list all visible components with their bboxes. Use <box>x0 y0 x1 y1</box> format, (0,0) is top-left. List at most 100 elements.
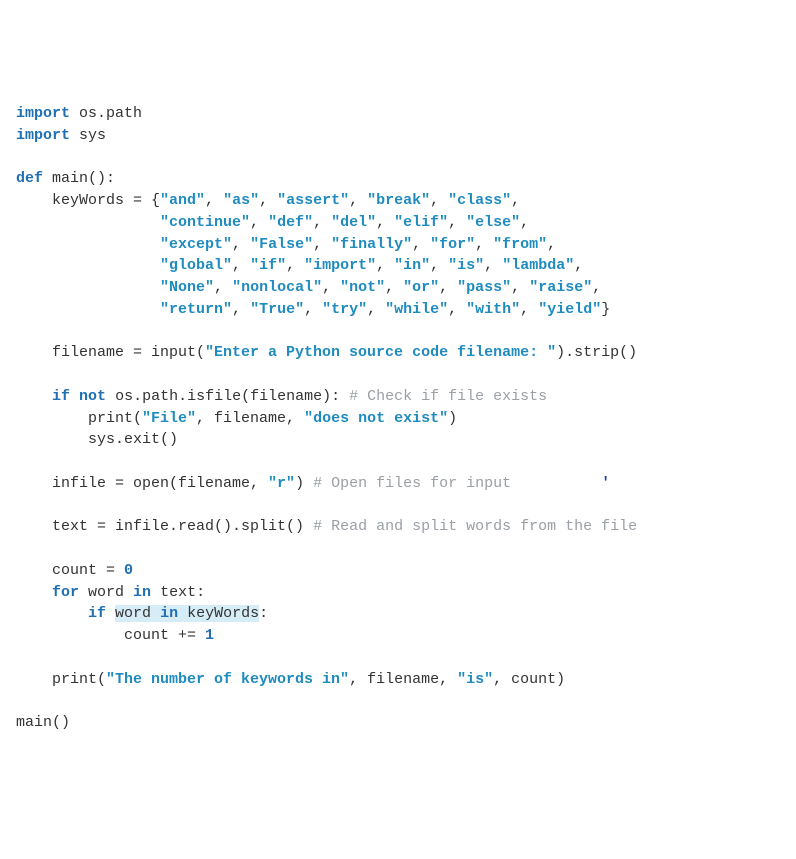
string-literal: "for" <box>430 236 475 253</box>
code-text: , <box>205 192 223 209</box>
code-text: ).strip() <box>556 344 637 361</box>
code-text: text: <box>151 584 205 601</box>
string-literal: "in" <box>394 257 430 274</box>
code-text: , <box>511 192 520 209</box>
string-literal: "nonlocal" <box>232 279 322 296</box>
cursor-mark: ' <box>511 475 610 492</box>
string-literal: "is" <box>457 671 493 688</box>
code-text: , <box>430 192 448 209</box>
string-literal: "break" <box>367 192 430 209</box>
code-text: , <box>376 257 394 274</box>
code-text: , <box>367 301 385 318</box>
code-text: print( <box>16 410 142 427</box>
code-text: , filename, <box>196 410 304 427</box>
code-text <box>16 388 52 405</box>
code-text: sys <box>70 127 106 144</box>
keyword-def: def <box>16 170 43 187</box>
string-literal: "True" <box>250 301 304 318</box>
comment: # Read and split words from the file <box>313 518 637 535</box>
code-text: , <box>439 279 457 296</box>
code-text: ) <box>295 475 313 492</box>
keyword-in: in <box>160 605 178 622</box>
string-literal: "else" <box>466 214 520 231</box>
string-literal: "finally" <box>331 236 412 253</box>
code-text: word <box>79 584 133 601</box>
code-text <box>106 605 115 622</box>
code-text: os.path.isfile(filename): <box>106 388 349 405</box>
string-literal: "False" <box>250 236 313 253</box>
number-literal: 1 <box>205 627 214 644</box>
code-text: , <box>304 301 322 318</box>
code-text: , <box>313 214 331 231</box>
code-text: word <box>115 605 160 622</box>
string-literal: "as" <box>223 192 259 209</box>
keyword-in: in <box>133 584 151 601</box>
string-literal: "def" <box>268 214 313 231</box>
number-literal: 0 <box>124 562 133 579</box>
code-text: } <box>601 301 610 318</box>
code-text: , count) <box>493 671 565 688</box>
code-text <box>16 236 160 253</box>
string-literal: "global" <box>160 257 232 274</box>
code-text: keyWords <box>178 605 259 622</box>
code-text: , <box>511 279 529 296</box>
code-text: , <box>475 236 493 253</box>
keyword-if: if <box>52 388 70 405</box>
string-literal: "assert" <box>277 192 349 209</box>
code-text: ) <box>448 410 457 427</box>
string-literal: "import" <box>304 257 376 274</box>
code-text <box>16 301 160 318</box>
code-text: filename = input( <box>16 344 205 361</box>
string-literal: "try" <box>322 301 367 318</box>
code-text: text = infile.read().split() <box>16 518 313 535</box>
code-text: , <box>376 214 394 231</box>
comment: # Check if file exists <box>349 388 547 405</box>
string-literal: "Enter a Python source code filename: " <box>205 344 556 361</box>
comment: # Open files for input <box>313 475 511 492</box>
code-text: , <box>385 279 403 296</box>
code-text: , <box>592 279 601 296</box>
string-literal: "does not exist" <box>304 410 448 427</box>
code-text: , <box>574 257 583 274</box>
string-literal: "except" <box>160 236 232 253</box>
string-literal: "is" <box>448 257 484 274</box>
string-literal: "if" <box>250 257 286 274</box>
code-text: sys.exit() <box>16 431 178 448</box>
string-literal: "elif" <box>394 214 448 231</box>
code-text <box>16 279 160 296</box>
code-text: , <box>448 214 466 231</box>
keyword-import: import <box>16 105 70 122</box>
string-literal: "continue" <box>160 214 250 231</box>
string-literal: "return" <box>160 301 232 318</box>
string-literal: "None" <box>160 279 214 296</box>
code-text: , <box>250 214 268 231</box>
string-literal: "File" <box>142 410 196 427</box>
string-literal: "The number of keywords in" <box>106 671 349 688</box>
code-text: , <box>520 301 538 318</box>
keyword-if: if <box>88 605 106 622</box>
code-text: infile = open(filename, <box>16 475 268 492</box>
code-text: , <box>232 301 250 318</box>
code-text <box>16 605 88 622</box>
code-text: print( <box>16 671 106 688</box>
code-text: , <box>448 301 466 318</box>
code-text: count = <box>16 562 124 579</box>
highlighted-text: word in keyWords <box>115 605 259 622</box>
code-text: , <box>484 257 502 274</box>
code-text: keyWords = { <box>16 192 160 209</box>
string-literal: "while" <box>385 301 448 318</box>
string-literal: "pass" <box>457 279 511 296</box>
code-text <box>16 584 52 601</box>
code-text: os.path <box>70 105 142 122</box>
code-text: main(): <box>43 170 115 187</box>
code-text: , <box>232 257 250 274</box>
code-text: , <box>214 279 232 296</box>
string-literal: "raise" <box>529 279 592 296</box>
string-literal: "with" <box>466 301 520 318</box>
code-text: , <box>412 236 430 253</box>
string-literal: "from" <box>493 236 547 253</box>
code-text <box>16 214 160 231</box>
code-text: , <box>259 192 277 209</box>
code-text: , filename, <box>349 671 457 688</box>
keyword-for: for <box>52 584 79 601</box>
